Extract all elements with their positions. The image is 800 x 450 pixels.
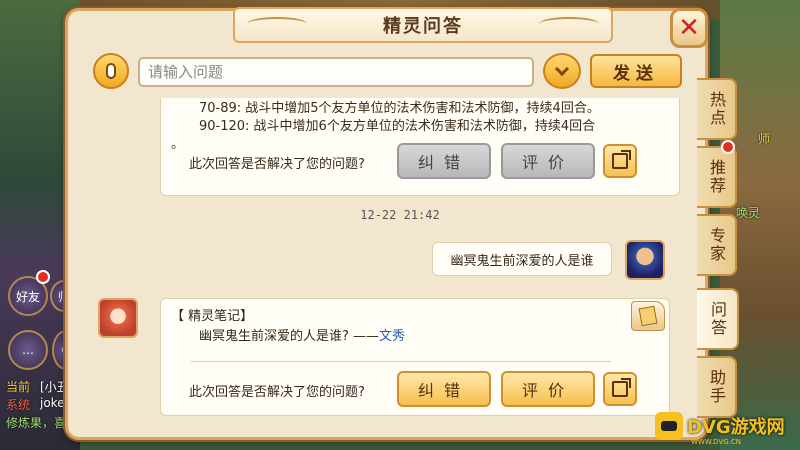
share-button[interactable] (603, 144, 637, 178)
watermark-text: DVG游戏网 (687, 417, 785, 438)
bg-teacher-label: 师 (758, 132, 771, 146)
note-answer-card: 【 精灵笔记】 幽冥鬼生前深爱的人是谁? ——文秀 此次回答是否解决了您的问题?… (160, 298, 670, 416)
chat-bubble-icon: … (22, 343, 34, 357)
answer-link[interactable]: 文秀 (379, 329, 405, 344)
correct-button[interactable]: 纠错 (397, 143, 491, 179)
chat-practice: 修炼果，喜 (6, 416, 67, 430)
note-answer: 幽冥鬼生前深爱的人是谁? ——文秀 (199, 325, 405, 344)
answer-card: 70-89: 战斗中增加5个友方单位的法术伤害和法术防御，持续4回合。 90-1… (160, 98, 680, 196)
recommend-alert-dot (721, 140, 735, 154)
spirit-avatar (98, 298, 138, 338)
bg-spirit-label: 唤灵 (736, 206, 761, 220)
tab-recommend[interactable]: 推荐 (697, 146, 737, 208)
correct-button[interactable]: 纠错 (397, 371, 491, 407)
tab-expert[interactable]: 专家 (697, 214, 737, 276)
title-ornament-left (247, 17, 307, 31)
title-bar: 精灵问答 (233, 7, 613, 43)
history-dropdown-button[interactable] (543, 53, 581, 89)
share-icon (612, 378, 631, 397)
user-message: 幽冥鬼生前深爱的人是谁 (432, 242, 612, 276)
notebook-icon[interactable] (631, 301, 665, 331)
voice-input-button[interactable] (93, 53, 129, 89)
chevron-down-icon (554, 61, 570, 76)
note-question-text: 幽冥鬼生前深爱的人是谁? —— (199, 329, 380, 344)
friends-label: 好友 (15, 289, 40, 304)
answer-line: 70-89: 战斗中增加5个友方单位的法术伤害和法术防御，持续4回合。 (199, 101, 600, 116)
rate-button[interactable]: 评价 (501, 371, 595, 407)
microphone-icon (106, 63, 116, 79)
feedback-question: 此次回答是否解决了您的问题? (189, 385, 365, 400)
answer-line: 90-120: 战斗中增加6个友方单位的法术伤害和法术防御，持续4回合 (199, 119, 596, 134)
chat-area[interactable]: 70-89: 战斗中增加5个友方单位的法术伤害和法术防御，持续4回合。 90-1… (80, 98, 690, 438)
tab-hot[interactable]: 热点 (697, 78, 737, 140)
feedback-question: 此次回答是否解决了您的问题? (189, 157, 365, 172)
channel-system: 系统 (6, 398, 31, 412)
answer-line: 。 (171, 137, 185, 152)
gamepad-icon (655, 412, 683, 440)
question-input[interactable] (138, 57, 534, 87)
watermark: DVG游戏网 WWW.DVG.CN (655, 408, 795, 446)
message-timestamp: 12-22 21:42 (360, 208, 440, 222)
watermark-url: WWW.DVG.CN (691, 438, 742, 446)
share-button[interactable] (603, 372, 637, 406)
dialog-title: 精灵问答 (383, 16, 463, 37)
share-icon (612, 150, 631, 169)
rate-button[interactable]: 评价 (501, 143, 595, 179)
note-title: 【 精灵笔记】 (171, 309, 254, 324)
divider (191, 361, 611, 362)
close-icon: ✕ (678, 13, 700, 43)
channel-current: 当前 (6, 380, 31, 394)
friends-alert-dot (36, 270, 50, 284)
chat-bubble-button[interactable]: … (8, 330, 48, 370)
user-avatar[interactable] (625, 240, 665, 280)
send-button[interactable]: 发送 (590, 54, 682, 88)
close-button[interactable]: ✕ (670, 8, 708, 48)
tab-qa[interactable]: 问答 (697, 288, 739, 350)
title-ornament-right (539, 17, 599, 31)
